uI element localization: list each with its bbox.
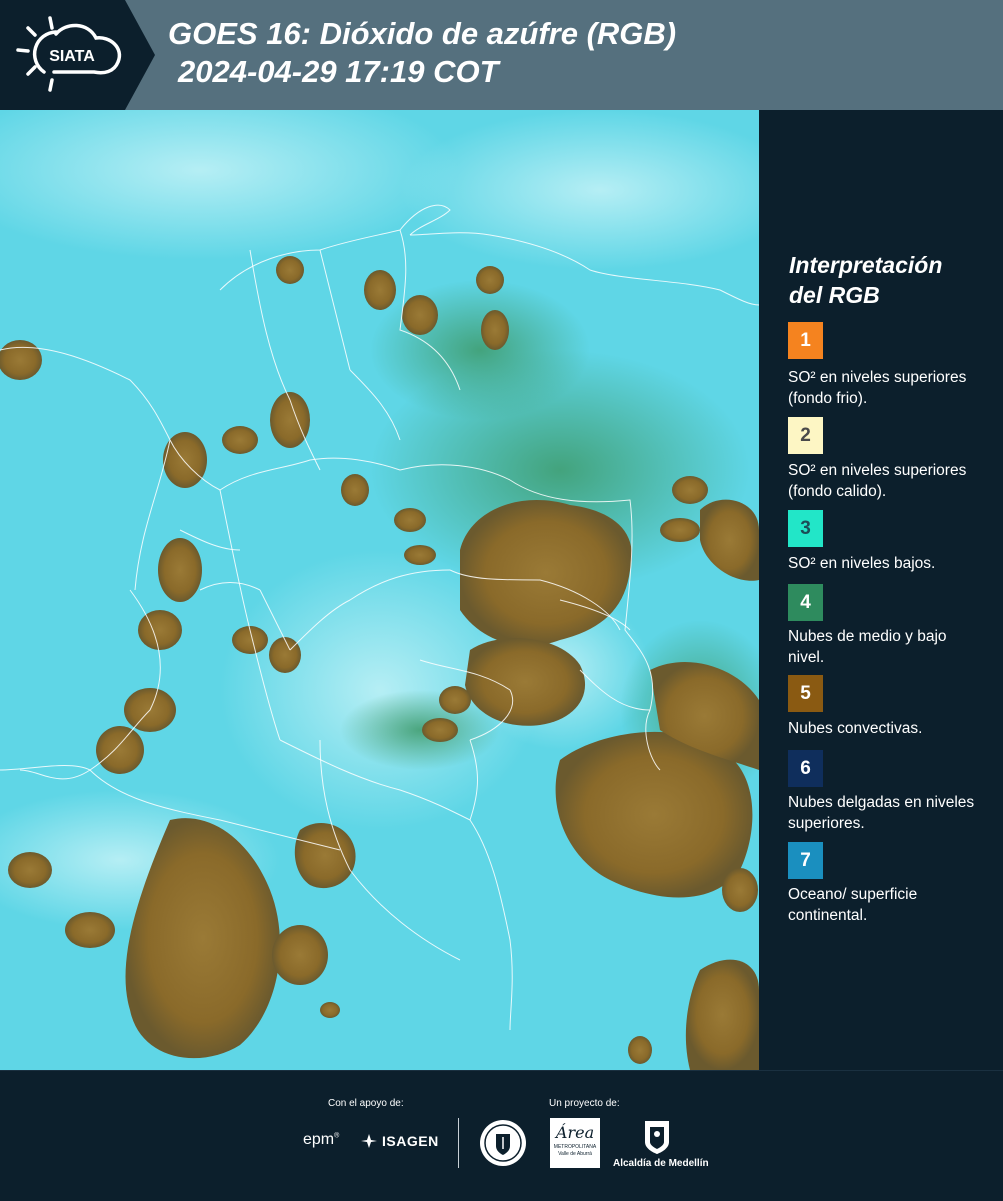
legend-label-5: Nubes convectivas. [788, 720, 923, 737]
legend-label-7: Oceano/ superficie continental. [788, 886, 918, 924]
svg-text:SIATA: SIATA [49, 48, 95, 65]
crest-icon [645, 1121, 669, 1154]
legend-label-3: SO² en niveles bajos. [788, 555, 936, 572]
university-seal [478, 1118, 528, 1173]
legend-swatch-6: 6 [788, 750, 823, 787]
legend-number: 1 [800, 329, 811, 351]
legend-number: 2 [800, 424, 811, 446]
seal-icon [480, 1120, 526, 1166]
legend-title: Interpretación del RGB [789, 250, 989, 310]
legend-label-1: SO² en niveles superiores (fondo frio). [788, 369, 967, 407]
legend-swatch-2: 2 [788, 417, 823, 454]
legend-swatch-4: 4 [788, 584, 823, 621]
siata-logo: SIATA [14, 14, 129, 94]
page-title: GOES 16: Dióxido de azúfre (RGB) [168, 16, 677, 51]
legend-swatch-5: 5 [788, 675, 823, 712]
legend-number: 3 [800, 517, 811, 539]
satellite-map[interactable] [0, 110, 759, 1070]
legend-swatch-7: 7 [788, 842, 823, 879]
legend-label-4: Nubes de medio y bajo nivel. [788, 628, 947, 666]
legend-swatch-1: 1 [788, 322, 823, 359]
epm-logo: epm® [303, 1131, 340, 1148]
alcaldia-text: Alcaldía de Medellín [613, 1158, 709, 1169]
project-label: Un proyecto de: [549, 1098, 620, 1109]
isagen-mark-icon [361, 1134, 377, 1148]
area-logo-name: Área [555, 1123, 595, 1142]
page-subtitle-datetime: 2024-04-29 17:19 COT [178, 54, 499, 89]
isagen-logo: ISAGEN [360, 1133, 439, 1149]
legend-number: 7 [800, 849, 811, 871]
isagen-logo-text: ISAGEN [382, 1133, 439, 1149]
legend-title-line1: Interpretación [789, 252, 943, 278]
sun-cloud-icon: SIATA [16, 16, 122, 92]
support-label: Con el apoyo de: [328, 1098, 404, 1109]
header-bar: SIATA GOES 16: Dióxido de azúfre (RGB) 2… [0, 0, 1003, 110]
footer-divider [458, 1118, 459, 1168]
legend-number: 4 [800, 591, 811, 613]
area-metropolitana-logo: Área METROPOLITANA Valle de Aburrá [550, 1118, 600, 1168]
area-logo-line2: Valle de Aburrá [558, 1151, 592, 1157]
epm-logo-text: epm [303, 1131, 335, 1148]
area-logo-line1: METROPOLITANA [553, 1144, 597, 1150]
legend-label-6: Nubes delgadas en niveles superiores. [788, 794, 975, 832]
legend-number: 6 [800, 757, 811, 779]
legend-number: 5 [800, 682, 811, 704]
alcaldia-crest [642, 1118, 672, 1161]
legend-label-2: SO² en niveles superiores (fondo calido)… [788, 462, 967, 500]
legend-swatch-3: 3 [788, 510, 823, 547]
legend-title-line2: del RGB [789, 282, 880, 308]
